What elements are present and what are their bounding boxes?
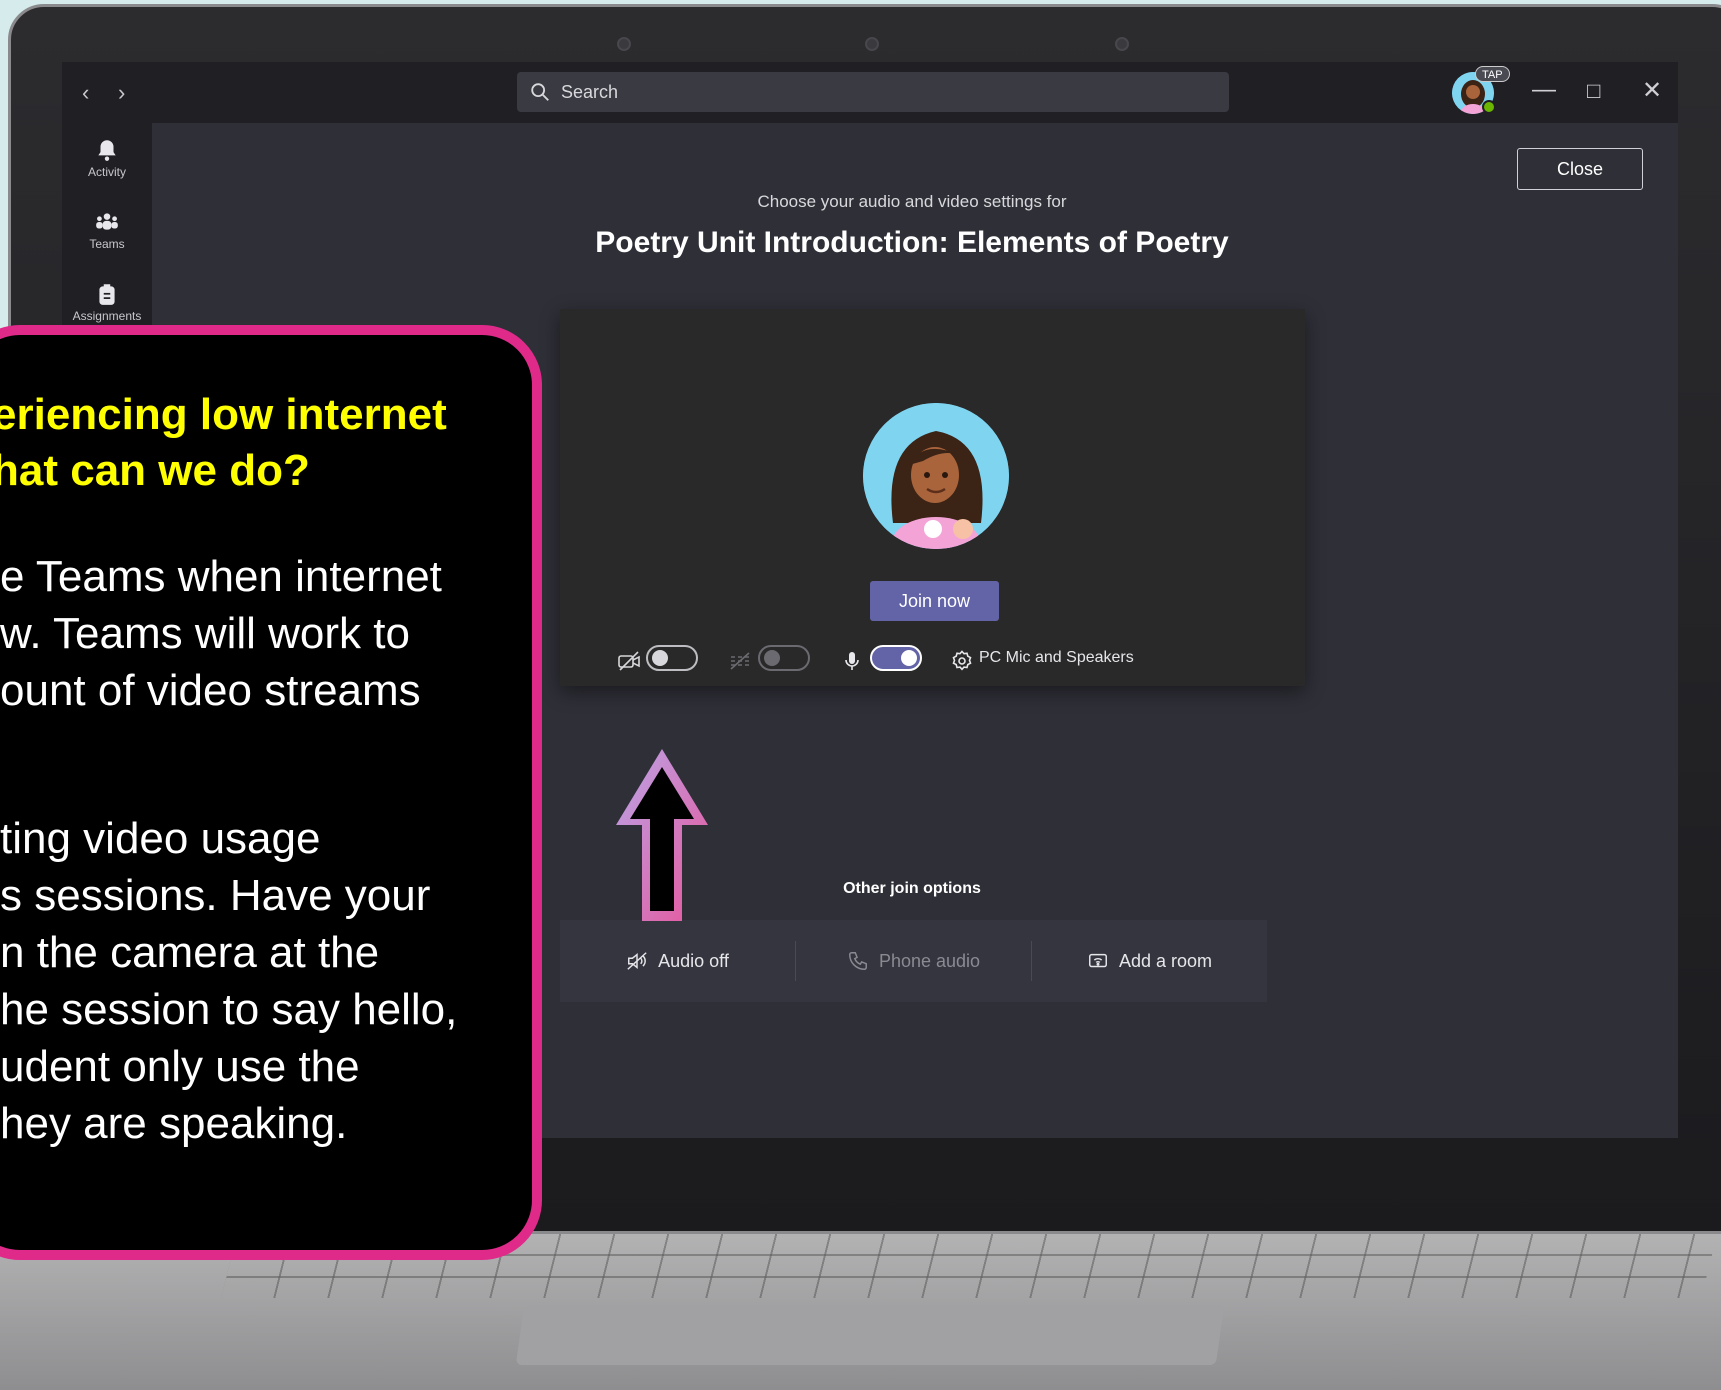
phone-icon [848, 952, 867, 970]
camera-icon [865, 37, 879, 51]
search-icon [531, 83, 549, 101]
callout-heading: eriencing low internet hat can we do? [0, 387, 530, 499]
close-button[interactable]: Close [1517, 148, 1643, 190]
up-arrow-icon [616, 749, 708, 921]
avatar [863, 403, 1009, 549]
option-label: Add a room [1118, 950, 1213, 971]
forward-arrow-icon[interactable]: › [118, 80, 125, 106]
room-icon [1088, 953, 1107, 968]
callout-text-line: hey are speaking. [0, 1099, 348, 1148]
callout-text-line: he session to say hello, [0, 985, 458, 1034]
camera-toggle[interactable] [646, 645, 698, 671]
rail-item-teams[interactable]: Teams [62, 209, 152, 251]
callout-paragraph-1: e Teams when internet w. Teams will work… [0, 548, 442, 719]
minimize-icon[interactable]: — [1532, 76, 1556, 104]
background-blur-toggle[interactable] [758, 645, 810, 671]
rail-label: Teams [89, 237, 125, 251]
callout-text-line: ount of video streams [0, 666, 421, 715]
device-controls: PC Mic and Speakers [560, 645, 1305, 675]
callout-text-line: n the camera at the [0, 928, 380, 977]
title-bar: ‹ › Search TAP — □ ✕ [62, 62, 1678, 123]
callout-text-line: ting video usage [0, 814, 321, 863]
video-preview: Join now PC Mic and Speakers [560, 309, 1305, 686]
microphone-toggle[interactable] [870, 645, 922, 671]
speaker-off-icon [627, 952, 647, 970]
callout-heading-line: hat can we do? [0, 446, 310, 495]
background-blur-icon [730, 652, 750, 670]
back-arrow-icon[interactable]: ‹ [82, 80, 89, 106]
meeting-title: Poetry Unit Introduction: Elements of Po… [595, 226, 1229, 259]
callout-text-line: w. Teams will work to [0, 609, 410, 658]
maximize-icon[interactable]: □ [1587, 78, 1600, 104]
tap-badge: TAP [1475, 66, 1510, 82]
bezel-sensor [617, 37, 631, 51]
presence-status-icon [1482, 100, 1496, 114]
gear-icon[interactable] [950, 649, 974, 673]
audio-device-label[interactable]: PC Mic and Speakers [979, 649, 1134, 667]
option-label: Audio off [658, 950, 729, 971]
callout-heading-line: eriencing low internet [0, 390, 447, 439]
prejoin-subtitle: Choose your audio and video settings for [757, 192, 1067, 211]
other-join-options: Audio off Phone audio Add a room [560, 920, 1267, 1002]
audio-off-option[interactable]: Audio off [560, 941, 795, 981]
add-a-room-option[interactable]: Add a room [1031, 941, 1267, 981]
tip-callout: eriencing low internet hat can we do? e … [0, 325, 542, 1260]
phone-audio-option[interactable]: Phone audio [795, 941, 1031, 981]
assignments-icon [99, 284, 115, 305]
search-placeholder: Search [561, 81, 619, 102]
option-label: Phone audio [878, 950, 981, 971]
rail-item-activity[interactable]: Activity [62, 137, 152, 179]
microphone-icon [845, 652, 859, 670]
teams-icon [96, 213, 118, 230]
rail-item-assignments[interactable]: Assignments [62, 281, 152, 323]
callout-text-line: s sessions. Have your [0, 871, 431, 920]
rail-label: Activity [87, 165, 126, 179]
laptop-trackpad [515, 1305, 1225, 1365]
rail-label: Assignments [72, 309, 142, 323]
bell-icon [98, 140, 116, 161]
search-input[interactable]: Search [517, 72, 1229, 112]
join-now-button[interactable]: Join now [870, 581, 999, 621]
close-window-icon[interactable]: ✕ [1642, 76, 1662, 105]
bezel-sensor [1115, 37, 1129, 51]
callout-paragraph-2: ting video usage s sessions. Have your n… [0, 810, 457, 1152]
callout-text-line: udent only use the [0, 1042, 360, 1091]
callout-text-line: e Teams when internet [0, 552, 442, 601]
camera-off-icon [618, 651, 640, 671]
